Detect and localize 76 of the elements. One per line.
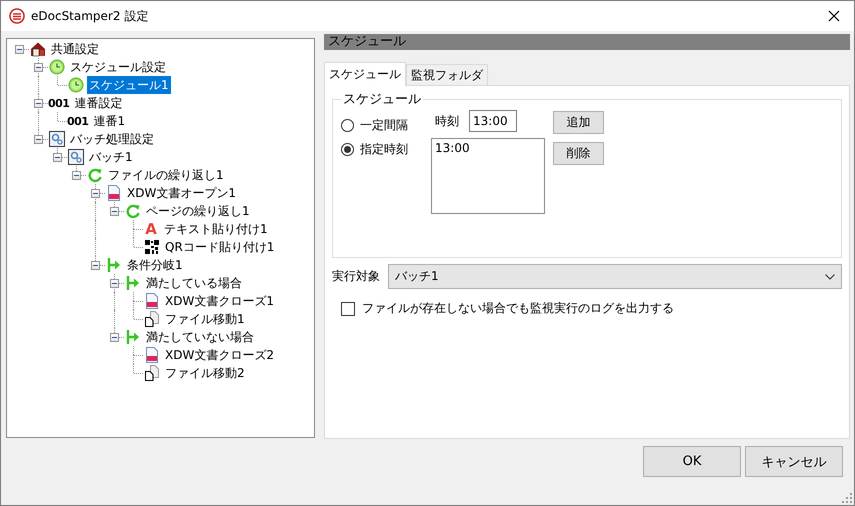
target-dropdown[interactable]: バッチ1 (388, 264, 842, 289)
file-icon (144, 365, 160, 381)
tree-item[interactable]: バッチ処理設定 (68, 130, 156, 148)
dialog-button[interactable]: キャンセル (745, 446, 843, 477)
tree-item[interactable]: 連番設定 (72, 94, 124, 112)
clock-icon (49, 59, 65, 75)
branch-icon (125, 329, 141, 345)
tree-item[interactable]: ファイルの繰り返し1 (106, 166, 226, 184)
chevron-icon (825, 274, 835, 280)
number-icon: 001 (67, 114, 88, 128)
tree-item[interactable]: XDW文書クローズ1 (163, 292, 276, 310)
expander-icon[interactable] (34, 135, 43, 144)
app-icon (9, 8, 25, 24)
tree-item[interactable]: XDW文書クローズ2 (163, 346, 276, 364)
tree-item[interactable]: ファイル移動1 (163, 310, 247, 328)
number-icon: 001 (48, 96, 70, 110)
radio-option[interactable]: 指定時刻 (341, 141, 431, 158)
branch-icon (106, 257, 122, 273)
tree-item[interactable]: QRコード貼り付け1 (163, 238, 276, 256)
tab[interactable]: スケジュール (324, 62, 406, 86)
checkbox-label: ファイルが存在しない場合でも監視実行のログを出力する (362, 300, 674, 317)
clock-icon (68, 77, 84, 93)
expander-icon[interactable] (110, 333, 119, 342)
tab[interactable]: 監視フォルダ (406, 64, 488, 85)
expander-icon[interactable] (15, 45, 24, 54)
expander-icon[interactable] (110, 279, 119, 288)
window-title: eDocStamper2 設定 (31, 8, 148, 24)
close-icon[interactable] (828, 10, 840, 22)
expander-icon[interactable] (72, 171, 81, 180)
list-item[interactable]: 13:00 (435, 141, 541, 155)
document-icon (106, 185, 122, 201)
gear-icon (68, 149, 84, 165)
radio-label: 一定間隔 (360, 117, 408, 134)
gear-icon (49, 131, 65, 147)
group-title: スケジュール (342, 91, 422, 108)
qr-code-icon (144, 239, 160, 255)
tree-item[interactable]: テキスト貼り付け1 (162, 220, 270, 238)
tree-item[interactable]: 連番1 (91, 112, 128, 130)
expander-icon[interactable] (34, 63, 43, 72)
target-label: 実行対象 (332, 268, 380, 285)
expander-icon[interactable] (34, 99, 43, 108)
resize-grip-icon (842, 493, 852, 503)
tree-item[interactable]: ファイル移動2 (163, 364, 247, 382)
radio-label: 指定時刻 (360, 141, 408, 158)
file-icon (144, 311, 160, 327)
time-list[interactable]: 13:00 (431, 138, 545, 214)
loop-icon (125, 203, 141, 219)
house-icon (30, 41, 46, 57)
panel-header: スケジュール (324, 34, 850, 50)
letter-icon: A (143, 220, 159, 238)
branch-icon (125, 275, 141, 291)
tree-item[interactable]: 条件分岐1 (125, 256, 185, 274)
time-label: 時刻 (435, 112, 459, 130)
expander-icon[interactable] (91, 261, 100, 270)
tree-item[interactable]: スケジュール1 (87, 76, 171, 94)
action-button[interactable]: 追加 (553, 111, 604, 134)
expander-icon[interactable] (53, 153, 62, 162)
radio-button[interactable] (341, 143, 354, 156)
dialog-button[interactable]: OK (643, 446, 741, 477)
tree-item[interactable]: ページの繰り返し1 (144, 202, 252, 220)
radio-option[interactable]: 一定間隔 (341, 117, 431, 134)
tree-item[interactable]: XDW文書オープン1 (125, 184, 238, 202)
tree-item[interactable]: 満たしていない場合 (144, 328, 256, 346)
expander-icon[interactable] (91, 189, 100, 198)
tree-item[interactable]: スケジュール設定 (68, 58, 168, 76)
tree-item[interactable]: バッチ1 (87, 148, 135, 166)
tree-item[interactable]: 共通設定 (49, 40, 101, 58)
document-icon (144, 293, 160, 309)
time-field[interactable]: 13:00 (469, 110, 517, 132)
checkbox[interactable] (341, 302, 355, 316)
document-icon (144, 347, 160, 363)
tree-item[interactable]: 満たしている場合 (144, 274, 244, 292)
action-button[interactable]: 削除 (553, 142, 604, 165)
expander-icon[interactable] (110, 207, 119, 216)
loop-icon (87, 167, 103, 183)
radio-button[interactable] (341, 119, 354, 132)
